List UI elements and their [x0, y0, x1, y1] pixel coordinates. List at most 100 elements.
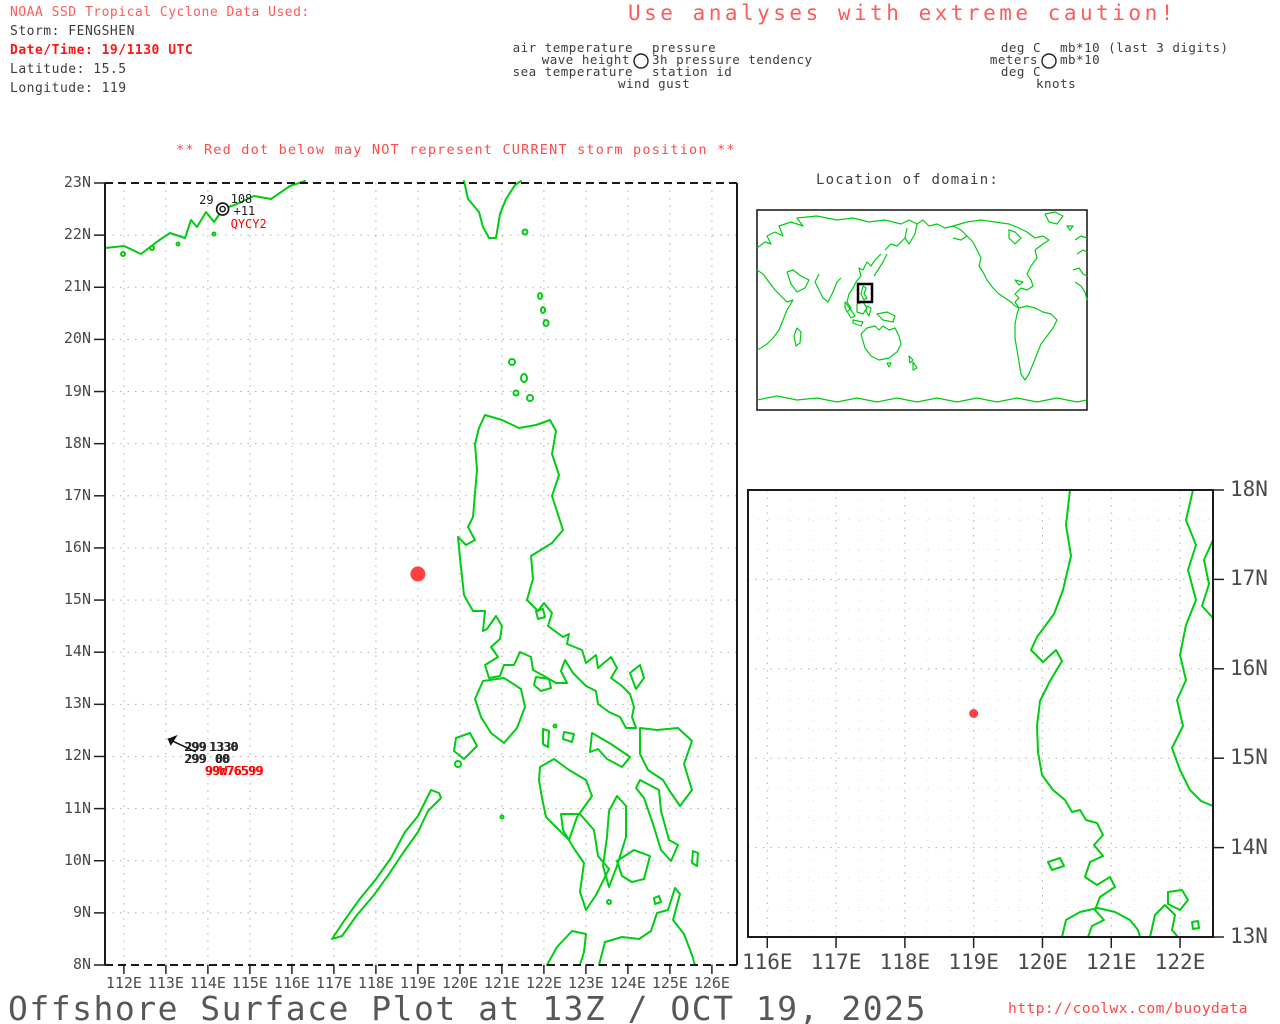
main-lon-label-126E: 126E: [693, 974, 730, 992]
zoom-lat-label-15N: 15N: [1230, 745, 1268, 770]
zoom-lat-label-17N: 17N: [1230, 566, 1268, 591]
main-lon-label-117E: 117E: [315, 974, 352, 992]
coast-sibuyan: [562, 731, 575, 743]
coast-mindoro: [474, 677, 526, 744]
main-lat-label-12N: 12N: [63, 746, 91, 765]
main-lat-label-8N: 8N: [72, 955, 91, 973]
coast-zamboanga: [546, 930, 587, 966]
coast-dinagat: [691, 850, 699, 867]
coast-bohol: [616, 849, 651, 883]
station-wind-pennant: [167, 734, 178, 746]
coast-negros: [560, 813, 610, 911]
coast-busuanga: [453, 732, 478, 760]
grid-layer: [94, 182, 1224, 974]
station-air-temp: 29: [199, 193, 214, 208]
zoom-lat-label-16N: 16N: [1230, 655, 1268, 680]
main-lon-label-114E: 114E: [189, 974, 226, 992]
main-lat-label-14N: 14N: [63, 642, 91, 661]
station-id: 99W76599: [204, 763, 263, 778]
main-lon-label-125E: 125E: [651, 974, 688, 992]
zoom-map-coastlines: [1030, 489, 1214, 938]
coast-tablas: [542, 728, 550, 748]
islet-batanes: [540, 306, 546, 314]
coast-camiguin: [653, 895, 662, 905]
zoom-lon-label-119E: 119E: [948, 950, 999, 974]
main-map-coastlines: [104, 180, 699, 966]
coast-lubang: [1047, 857, 1065, 871]
main-lon-label-112E: 112E: [105, 974, 142, 992]
zoom-lon-label-120E: 120E: [1017, 950, 1068, 974]
zoom-lon-label-122E: 122E: [1154, 950, 1206, 974]
main-lon-label-123E: 123E: [567, 974, 604, 992]
station-sea-temp: 299: [184, 751, 206, 766]
station-model-circle-icon: [633, 53, 649, 69]
main-lon-label-124E: 124E: [609, 974, 646, 992]
coast-mindanao: [598, 887, 696, 966]
coast-right-fragment: [1201, 539, 1214, 619]
world-map-inset: [756, 209, 1088, 411]
zoom-lat-label-14N: 14N: [1230, 834, 1268, 859]
main-lat-label-21N: 21N: [63, 277, 91, 296]
zoom-lon-label-121E: 121E: [1085, 950, 1137, 974]
islet-babuyan: [526, 394, 534, 402]
main-lon-label-119E: 119E: [399, 974, 436, 992]
islet-batanes: [537, 292, 543, 300]
storm-dot-zoom: [969, 709, 979, 718]
main-lon-label-122E: 122E: [525, 974, 562, 992]
main-lat-label-23N: 23N: [63, 173, 91, 191]
coast-bondoc: [1149, 904, 1179, 938]
zoom-lon-label-117E: 117E: [810, 950, 862, 974]
islet: [211, 231, 217, 237]
map-frames: [104, 182, 1214, 966]
islet-cuyo: [499, 814, 505, 820]
world-map-frame: [756, 209, 1088, 411]
main-lat-label-15N: 15N: [63, 590, 91, 609]
coast-marinduque: [533, 676, 552, 692]
islet-lanyu: [521, 228, 529, 236]
islet-babuyan: [520, 373, 528, 383]
islet: [175, 241, 181, 247]
zoom-lat-label-18N: 18N: [1230, 477, 1268, 501]
coast-panay: [538, 758, 593, 841]
station-model-units-circle-icon: [1041, 53, 1057, 69]
main-lon-label-121E: 121E: [483, 974, 520, 992]
storm-dot-main: [410, 566, 426, 582]
main-lat-label-19N: 19N: [63, 381, 91, 400]
zoom-lon-label-116E: 116E: [741, 950, 793, 974]
main-lon-label-118E: 118E: [357, 974, 394, 992]
islet-culion: [454, 760, 462, 768]
coast-luzon-west: [1030, 489, 1116, 938]
zoom-lat-label-13N: 13N: [1230, 924, 1268, 948]
zoom-lon-label-118E: 118E: [879, 950, 931, 974]
station-layer: [167, 202, 230, 753]
buoy-plot-page: NOAA SSD Tropical Cyclone Data Used: Sto…: [0, 0, 1280, 1024]
main-lat-label-13N: 13N: [63, 694, 91, 713]
coast-palawan: [331, 789, 442, 940]
islet-inset: [1191, 920, 1200, 930]
plot-canvas: [94, 53, 1224, 974]
main-lat-label-18N: 18N: [63, 433, 91, 452]
station-circle: [215, 202, 230, 216]
islet: [149, 245, 155, 251]
coast-catanduanes: [629, 664, 645, 690]
world-coastlines: [756, 211, 1088, 403]
main-lon-label-120E: 120E: [441, 974, 478, 992]
coast-samar: [639, 727, 693, 807]
main-lat-label-22N: 22N: [63, 225, 91, 244]
coast-south-china: [104, 180, 306, 255]
islet: [120, 251, 126, 257]
islet-romblon: [552, 723, 558, 729]
coast-masbate: [589, 732, 631, 768]
zoom-map-frame: [747, 489, 1214, 938]
islet-siquijor: [606, 899, 612, 905]
main-lat-label-20N: 20N: [63, 329, 91, 348]
main-lat-label-17N: 17N: [63, 485, 91, 504]
islet-babuyan: [512, 389, 520, 397]
islet-babuyan: [508, 358, 516, 366]
main-lon-label-116E: 116E: [273, 974, 310, 992]
station-id: QYCY2: [230, 217, 267, 232]
main-lat-label-16N: 16N: [63, 537, 91, 556]
main-lat-label-10N: 10N: [63, 850, 91, 869]
main-lat-label-9N: 9N: [72, 902, 91, 921]
coast-polillo: [535, 608, 546, 620]
